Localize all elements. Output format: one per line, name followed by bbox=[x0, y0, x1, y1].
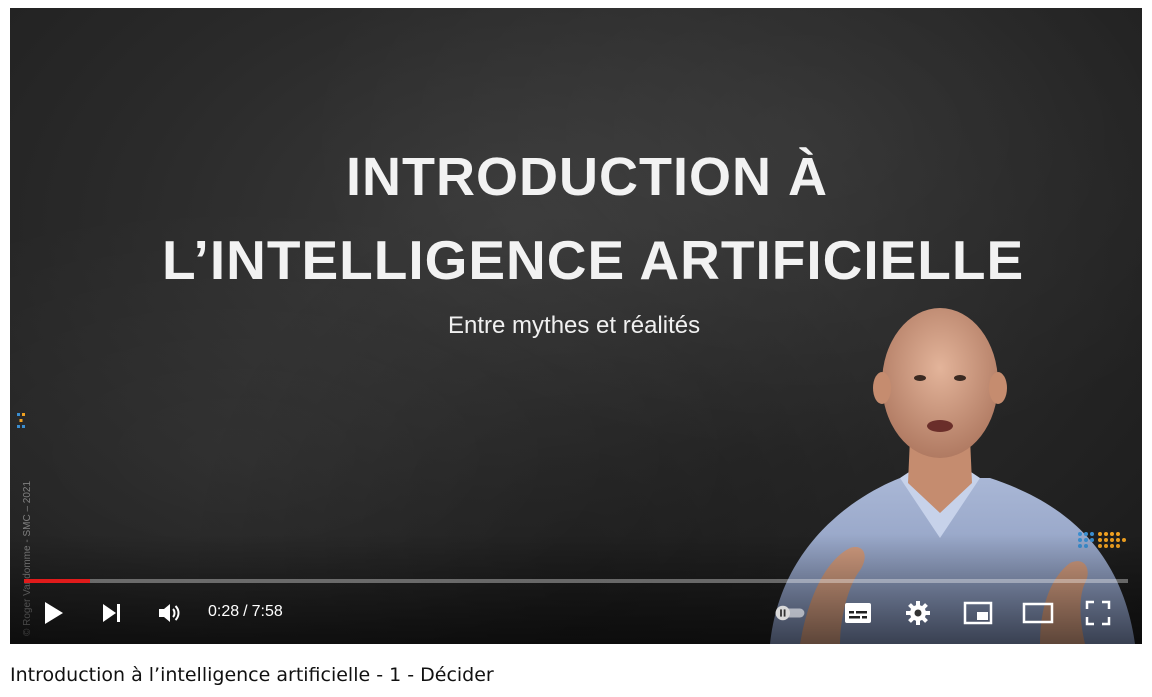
miniplayer-button[interactable] bbox=[960, 598, 996, 628]
fullscreen-button[interactable] bbox=[1080, 598, 1116, 628]
progress-bar[interactable] bbox=[24, 579, 1128, 583]
theater-mode-icon bbox=[1022, 602, 1054, 624]
volume-icon bbox=[159, 604, 180, 622]
next-icon bbox=[103, 604, 120, 622]
slide-title-line-2: L’INTELLIGENCE ARTIFICIELLE bbox=[162, 229, 1025, 291]
fullscreen-icon bbox=[1085, 600, 1111, 626]
volume-button[interactable] bbox=[152, 598, 188, 628]
video-title[interactable]: Introduction à l’intelligence artificiel… bbox=[10, 664, 494, 686]
miniplayer-icon bbox=[963, 601, 993, 625]
slide-subtitle: Entre mythes et réalités bbox=[448, 312, 701, 339]
video-player[interactable]: INTRODUCTION À L’INTELLIGENCE ARTIFICIEL… bbox=[10, 8, 1142, 644]
slide-title-line-1: INTRODUCTION À bbox=[346, 147, 828, 207]
next-button[interactable] bbox=[94, 598, 130, 628]
time-separator: / bbox=[243, 603, 248, 620]
watermark-logo-icon bbox=[17, 413, 25, 428]
current-time: 0:28 bbox=[208, 603, 240, 620]
play-icon bbox=[45, 602, 63, 624]
time-display: 0:28/7:58 bbox=[208, 603, 283, 621]
settings-button[interactable] bbox=[900, 598, 936, 628]
subtitles-button[interactable] bbox=[840, 598, 876, 628]
autoplay-toggle-icon bbox=[775, 605, 805, 621]
subtitles-icon bbox=[845, 603, 871, 623]
theater-mode-button[interactable] bbox=[1020, 598, 1056, 628]
play-button[interactable] bbox=[36, 598, 72, 628]
autoplay-toggle[interactable] bbox=[772, 598, 808, 628]
duration: 7:58 bbox=[251, 603, 283, 620]
gear-icon bbox=[906, 601, 930, 625]
progress-played bbox=[24, 579, 91, 583]
